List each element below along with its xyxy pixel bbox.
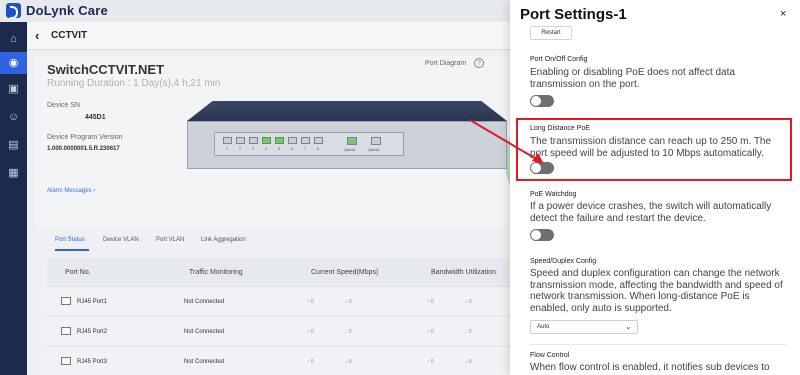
brand-name: DoLynk Care	[26, 3, 108, 18]
switch-port-number: 3	[252, 147, 254, 151]
sidebar: ⌂ ◉ ▣ ☺ ▤ ▦	[0, 22, 27, 375]
watchdog-title: PoE Watchdog	[530, 191, 577, 198]
switch-port-icon[interactable]	[301, 137, 310, 144]
port-table: Port No. Traffic Monitoring Current Spee…	[47, 258, 547, 375]
switch-port-icon[interactable]	[314, 137, 323, 144]
bandwidth-up: ↑ 0	[427, 299, 434, 305]
switch-port-number: 8	[317, 147, 319, 151]
uplink-label: Uplink1	[344, 148, 356, 152]
port-name: RJ45 Port2	[77, 329, 108, 335]
onoff-description: Enabling or disabling PoE does not affec…	[530, 67, 735, 90]
bandwidth-up: ↑ 0	[427, 329, 434, 335]
program-version-label: Device Program Version	[47, 134, 123, 141]
switch-port-number: 7	[304, 147, 306, 151]
uplink-port-icon[interactable]	[347, 137, 357, 145]
restart-button[interactable]: Restart	[530, 26, 572, 40]
switch-port-icon[interactable]	[236, 137, 245, 144]
program-version-value: 1.000.0000001.5.R.230617	[47, 146, 120, 152]
table-row[interactable]: RJ45 Port1 Not Connected ↑ 0 ↓ 0 ↑ 0 ↓ 0	[47, 286, 547, 316]
switch-port-icon[interactable]	[288, 137, 297, 144]
uplink-label: Uplink2	[368, 148, 380, 152]
tab-port-status[interactable]: Port Status	[55, 237, 85, 243]
users-icon[interactable]: ☺	[0, 106, 27, 128]
active-tab-indicator	[55, 249, 89, 251]
breadcrumb-title: CCTVIT	[51, 30, 88, 41]
port-diagram-label: Port Diagram	[425, 60, 467, 67]
port-name: RJ45 Port1	[77, 299, 108, 305]
divider	[530, 344, 786, 345]
back-arrow-icon[interactable]: ‹	[35, 28, 39, 43]
ethernet-port-icon	[61, 297, 71, 305]
traffic-status: Not Connected	[184, 359, 225, 365]
tab-bar: Port Status Device VLAN Port VLAN Link A…	[35, 232, 505, 252]
close-icon[interactable]: ×	[780, 8, 786, 20]
uplink-port-icon[interactable]	[371, 137, 381, 145]
switch-port-icon[interactable]	[275, 137, 284, 144]
switch-port-icon[interactable]	[249, 137, 258, 144]
switch-port-panel: 1 2 3 4 5 6 7 8 Uplink1 Uplink2	[214, 132, 404, 156]
bandwidth-up: ↑ 0	[427, 359, 434, 365]
device-name: SwitchCCTVIT.NET	[47, 62, 165, 77]
device-sn-value: 445D1	[85, 114, 106, 121]
port-settings-panel: Port Settings-1 × Restart Port On/Off Co…	[510, 0, 800, 375]
switch-port-icon[interactable]	[262, 137, 271, 144]
switch-top	[187, 101, 507, 121]
location-icon[interactable]: ◉	[0, 52, 27, 74]
panel-title: Port Settings-1	[520, 6, 627, 23]
device-sn-label: Device SN	[47, 102, 81, 109]
speed-duplex-title: Speed/Duplex Config	[530, 258, 597, 265]
table-header: Port No. Traffic Monitoring Current Spee…	[47, 258, 547, 286]
switch-port-number: 4	[265, 147, 267, 151]
help-icon[interactable]: ?	[474, 58, 484, 68]
home-icon[interactable]: ⌂	[0, 28, 27, 50]
ethernet-port-icon	[61, 357, 71, 365]
speed-duplex-select[interactable]: Auto ⌄	[530, 320, 638, 334]
tab-port-vlan[interactable]: Port VLAN	[156, 237, 184, 243]
highlight-box	[516, 118, 792, 181]
traffic-status: Not Connected	[184, 329, 225, 335]
onoff-title: Port On/Off Config	[530, 56, 588, 63]
app-root: DoLynk Care ⌂ ◉ ▣ ☺ ▤ ▦ ‹ CCTVIT SwitchC…	[0, 0, 800, 375]
switch-port-number: 2	[239, 147, 241, 151]
speed-up: ↑ 0	[307, 299, 314, 305]
speed-up: ↑ 0	[307, 359, 314, 365]
header-traffic-monitoring: Traffic Monitoring	[189, 269, 243, 276]
header-port-no: Port No.	[65, 269, 91, 276]
logo-icon	[6, 3, 21, 19]
port-name: RJ45 Port3	[77, 359, 108, 365]
clipboard-icon[interactable]: ▦	[0, 162, 27, 184]
bandwidth-down: ↓ 0	[465, 329, 472, 335]
switch-port-icon[interactable]	[223, 137, 232, 144]
switch-port-number: 6	[291, 147, 293, 151]
table-row[interactable]: RJ45 Port3 Not Connected ↑ 0 ↓ 0 ↑ 0 ↓ 0	[47, 346, 547, 375]
tab-device-vlan[interactable]: Device VLAN	[103, 237, 139, 243]
bandwidth-down: ↓ 0	[465, 299, 472, 305]
header-bandwidth: Bandwidth Utilization	[431, 269, 496, 276]
speed-down: ↓ 0	[345, 299, 352, 305]
switch-device: 1 2 3 4 5 6 7 8 Uplink1 Uplink2	[187, 121, 507, 169]
bandwidth-down: ↓ 0	[465, 359, 472, 365]
header-current-speed: Current Speed(Mbps)	[311, 269, 379, 276]
speed-down: ↓ 0	[345, 359, 352, 365]
chevron-down-icon: ⌄	[625, 322, 632, 331]
ethernet-port-icon	[61, 327, 71, 335]
running-duration: Running Duration : 1 Day(s),4 h,21 min	[47, 78, 221, 89]
speed-up: ↑ 0	[307, 329, 314, 335]
select-value: Auto	[537, 324, 550, 330]
flow-control-title: Flow Control	[530, 352, 570, 359]
switch-port-number: 1	[226, 147, 228, 151]
speed-duplex-description: Speed and duplex configuration can chang…	[530, 268, 783, 314]
traffic-status: Not Connected	[184, 299, 225, 305]
table-row[interactable]: RJ45 Port2 Not Connected ↑ 0 ↓ 0 ↑ 0 ↓ 0	[47, 316, 547, 346]
building-icon[interactable]: ▤	[0, 134, 27, 156]
watchdog-description: If a power device crashes, the switch wi…	[530, 201, 772, 224]
alarm-messages-link[interactable]: Alarm Messages ›	[47, 188, 95, 194]
poe-onoff-toggle[interactable]	[530, 95, 554, 107]
flow-control-description: When flow control is enabled, it notifie…	[530, 362, 770, 373]
watchdog-toggle[interactable]	[530, 229, 554, 241]
speed-down: ↓ 0	[345, 329, 352, 335]
switch-port-number: 5	[278, 147, 280, 151]
monitor-icon[interactable]: ▣	[0, 78, 27, 100]
tab-link-aggregation[interactable]: Link Aggregation	[201, 237, 246, 243]
